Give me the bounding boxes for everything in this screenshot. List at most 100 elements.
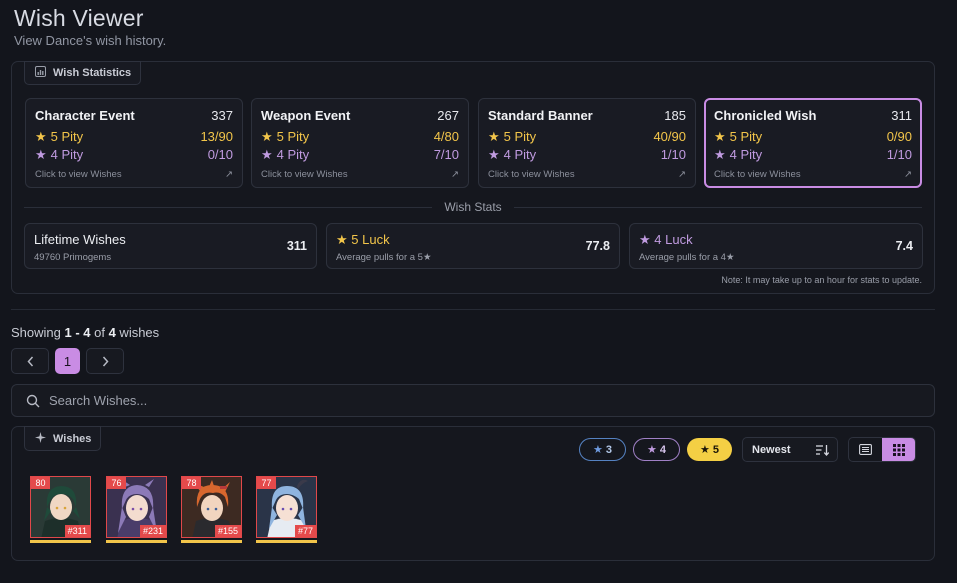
five-star-luck-title: 5 Luck — [351, 232, 390, 247]
wish-item[interactable]: 76 #231 — [106, 476, 167, 544]
pity-badge: 76 — [107, 477, 126, 489]
showing-prefix: Showing — [11, 325, 65, 340]
star-icon: ★ — [261, 129, 273, 144]
four-star-luck-value: 7.4 — [895, 239, 913, 253]
five-star-luck-description: Average pulls for a 5★ — [336, 252, 432, 263]
wish-portrait-frame: 76 #231 — [106, 476, 167, 538]
four-star-pity-value: 7/10 — [433, 147, 459, 162]
wish-portrait-frame: 80 #311 — [30, 476, 91, 538]
pity-badge: 78 — [182, 477, 201, 489]
arrow-up-right-icon: ↗ — [904, 169, 912, 180]
five-star-pity-label: 5 Pity — [276, 129, 310, 144]
banner-card-standard-banner[interactable]: Standard Banner 185 ★ 5 Pity 40/90 ★ 4 Pity 1… — [478, 98, 696, 188]
banner-count: 267 — [437, 108, 459, 123]
grid-view-button[interactable] — [882, 438, 915, 461]
banner-card-weapon-event[interactable]: Weapon Event 267 ★ 5 Pity 4/80 ★ 4 Pity 7/10 … — [251, 98, 469, 188]
wish-item[interactable]: 77 #77 — [256, 476, 317, 544]
previous-page-button[interactable] — [11, 348, 49, 374]
chart-icon — [35, 66, 46, 80]
search-icon — [26, 394, 40, 407]
star-icon: ★ — [261, 147, 273, 162]
four-star-pity-value: 0/10 — [207, 147, 233, 162]
view-wishes-link[interactable]: Click to view Wishes — [261, 169, 348, 180]
rarity-bar — [106, 540, 167, 543]
showing-suffix: wishes — [115, 325, 160, 340]
view-wishes-link[interactable]: Click to view Wishes — [35, 169, 122, 180]
grid-icon — [892, 443, 905, 456]
five-star-luck-value: 77.8 — [585, 239, 610, 253]
star-icon: ★ — [714, 147, 726, 162]
page-subtitle: View Dance's wish history. — [14, 33, 167, 48]
filter-5-star-chip[interactable]: ★ 5 — [687, 438, 732, 461]
sort-descending-icon — [816, 444, 829, 456]
four-star-luck-title: 4 Luck — [654, 232, 693, 247]
banner-name: Weapon Event — [261, 108, 351, 123]
banner-card-character-event[interactable]: Character Event 337 ★ 5 Pity 13/90 ★ 4 Pity 0… — [25, 98, 243, 188]
showing-mid: of — [90, 325, 109, 340]
wishes-panel: Wishes ★ 3 ★ 4 ★ 5 Newest 80 #311 76 #23… — [11, 426, 935, 561]
filter-3-label: 3 — [605, 443, 612, 456]
four-star-pity-label: 4 Pity — [503, 147, 537, 162]
pity-badge: 80 — [31, 477, 50, 489]
banner-name: Chronicled Wish — [714, 108, 817, 123]
next-page-button[interactable] — [86, 348, 124, 374]
filter-4-star-chip[interactable]: ★ 4 — [633, 438, 680, 461]
lifetime-wishes-title: Lifetime Wishes — [34, 232, 126, 247]
five-star-pity-label: 5 Pity — [50, 129, 84, 144]
five-star-pity-value: 40/90 — [653, 129, 686, 144]
wish-statistics-label: Wish Statistics — [53, 67, 132, 79]
rarity-bar — [30, 540, 91, 543]
star-icon: ★ — [336, 232, 348, 247]
five-star-luck-card: ★ 5 Luck Average pulls for a 5★ 77.8 — [326, 223, 620, 269]
showing-range: 1 - 4 — [64, 325, 91, 340]
section-divider — [11, 309, 935, 310]
wish-portrait-frame: 77 #77 — [256, 476, 317, 538]
pity-badge: 77 — [257, 477, 276, 489]
lifetime-wishes-value: 311 — [286, 239, 307, 253]
four-star-luck-description: Average pulls for a 4★ — [639, 252, 735, 263]
sparkle-icon — [35, 431, 46, 446]
search-input[interactable] — [49, 393, 749, 408]
lifetime-wishes-card: Lifetime Wishes 49760 Primogems 311 — [24, 223, 317, 269]
star-icon: ★ — [647, 444, 657, 456]
search-bar[interactable] — [11, 384, 935, 417]
wishes-label: Wishes — [53, 432, 92, 445]
list-view-button[interactable] — [849, 438, 882, 461]
arrow-up-right-icon: ↗ — [678, 169, 686, 180]
wish-portrait-frame: 78 #155 — [181, 476, 242, 538]
five-star-pity-value: 4/80 — [433, 129, 459, 144]
showing-total: 4 — [108, 325, 116, 340]
wish-number-badge: #155 — [214, 525, 241, 537]
four-star-pity-label: 4 Pity — [276, 147, 310, 162]
banner-name: Standard Banner — [488, 108, 593, 123]
primogems-total: 49760 Primogems — [34, 252, 112, 263]
arrow-up-right-icon: ↗ — [225, 169, 233, 180]
five-star-pity-label: 5 Pity — [503, 129, 537, 144]
view-wishes-link[interactable]: Click to view Wishes — [488, 169, 575, 180]
page-1-button[interactable]: 1 — [55, 348, 80, 374]
view-wishes-link[interactable]: Click to view Wishes — [714, 169, 801, 180]
four-star-luck-card: ★ 4 Luck Average pulls for a 4★ 7.4 — [629, 223, 923, 269]
wishes-legend: Wishes — [24, 426, 102, 451]
stats-update-note: Note: It may take up to an hour for stat… — [721, 275, 922, 285]
filter-3-star-chip[interactable]: ★ 3 — [579, 438, 626, 461]
wish-item[interactable]: 80 #311 — [30, 476, 91, 544]
star-icon: ★ — [35, 147, 47, 162]
star-icon: ★ — [593, 444, 603, 456]
wish-stats-heading: Wish Stats — [444, 200, 502, 214]
four-star-pity-value: 1/10 — [886, 147, 912, 162]
banner-name: Character Event — [35, 108, 135, 123]
list-icon — [859, 444, 872, 455]
chevron-right-icon — [102, 356, 109, 366]
sort-select[interactable]: Newest — [742, 437, 838, 462]
filter-5-label: 5 — [712, 443, 719, 456]
five-star-pity-value: 0/90 — [886, 129, 912, 144]
star-icon: ★ — [700, 444, 710, 456]
chevron-left-icon — [26, 356, 33, 366]
wish-item[interactable]: 78 #155 — [181, 476, 242, 544]
four-star-pity-label: 4 Pity — [50, 147, 84, 162]
wish-stats-divider: Wish Stats — [24, 199, 923, 215]
banner-card-chronicled-wish[interactable]: Chronicled Wish 311 ★ 5 Pity 0/90 ★ 4 Pity 1/… — [704, 98, 922, 188]
star-icon: ★ — [35, 129, 47, 144]
star-icon: ★ — [714, 129, 726, 144]
